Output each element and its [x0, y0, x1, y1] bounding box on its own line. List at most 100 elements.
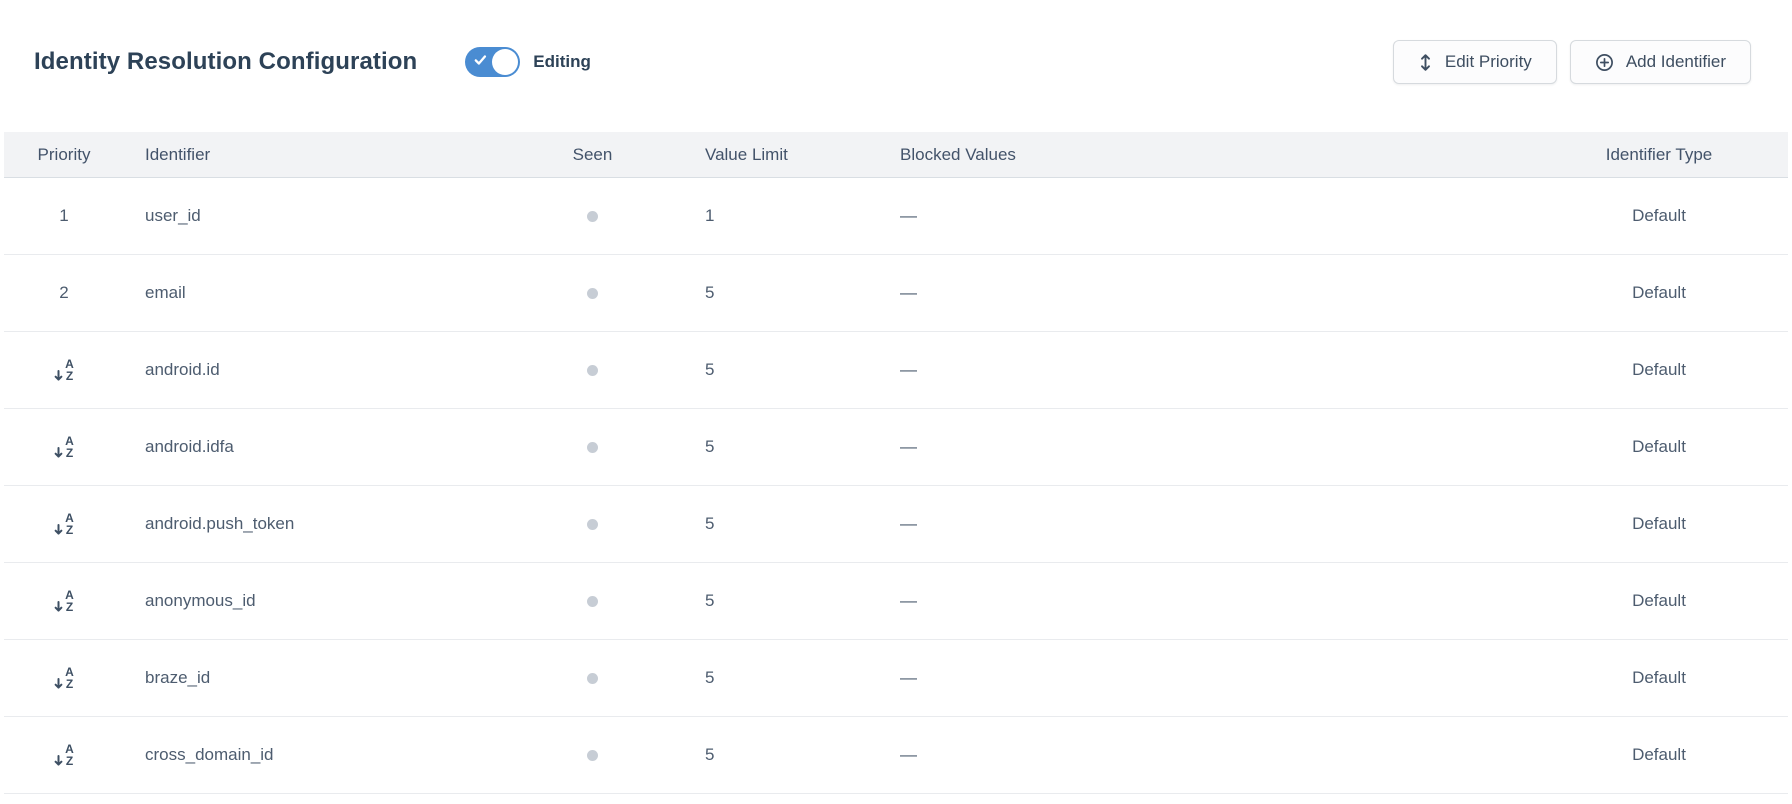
value-limit-cell: 5	[655, 437, 895, 457]
sort-alpha-descending-icon: A Z	[53, 359, 75, 382]
arrow-down-icon	[53, 370, 64, 382]
editing-toggle-group: Editing	[465, 47, 591, 77]
identifier-cell: cross_domain_id	[124, 745, 530, 765]
identifier-type-cell: Default	[1530, 360, 1788, 380]
column-header-blocked-values: Blocked Values	[895, 145, 1530, 165]
seen-dot-icon	[587, 211, 598, 222]
up-down-arrow-icon	[1418, 53, 1433, 72]
identifier-type-cell: Default	[1530, 591, 1788, 611]
plus-circle-icon	[1595, 53, 1614, 72]
identifier-cell: user_id	[124, 206, 530, 226]
table-row[interactable]: A Z android.id 5 — Default	[4, 332, 1788, 409]
seen-cell	[530, 519, 655, 530]
table-row[interactable]: A Z android.push_token 5 — Default	[4, 486, 1788, 563]
identifier-cell: android.id	[124, 360, 530, 380]
arrow-down-icon	[53, 678, 64, 690]
column-header-seen: Seen	[530, 145, 655, 165]
seen-cell	[530, 211, 655, 222]
seen-dot-icon	[587, 750, 598, 761]
value-limit-cell: 5	[655, 668, 895, 688]
blocked-values-cell: —	[895, 514, 1530, 534]
toggle-knob	[492, 49, 518, 75]
column-header-identifier: Identifier	[124, 145, 530, 165]
identifier-cell: anonymous_id	[124, 591, 530, 611]
table-row[interactable]: A Z anonymous_id 5 — Default	[4, 563, 1788, 640]
table-row[interactable]: 1 A Z user_id 1 — Default	[4, 178, 1788, 255]
identifier-type-cell: Default	[1530, 206, 1788, 226]
column-header-priority: Priority	[4, 145, 124, 165]
arrow-down-icon	[53, 447, 64, 459]
blocked-values-cell: —	[895, 437, 1530, 457]
table-row[interactable]: 2 A Z email 5 — Default	[4, 255, 1788, 332]
seen-cell	[530, 750, 655, 761]
seen-dot-icon	[587, 442, 598, 453]
identifier-type-cell: Default	[1530, 514, 1788, 534]
value-limit-cell: 5	[655, 745, 895, 765]
column-header-value-limit: Value Limit	[655, 145, 895, 165]
table-header-row: Priority Identifier Seen Value Limit Blo…	[4, 132, 1788, 178]
seen-dot-icon	[587, 288, 598, 299]
edit-priority-button[interactable]: Edit Priority	[1393, 40, 1557, 84]
sort-alpha-descending-icon: A Z	[53, 744, 75, 767]
identifier-cell: email	[124, 283, 530, 303]
identifier-type-cell: Default	[1530, 745, 1788, 765]
check-icon	[474, 53, 487, 71]
blocked-values-cell: —	[895, 668, 1530, 688]
add-identifier-button[interactable]: Add Identifier	[1570, 40, 1751, 84]
header-actions: Edit Priority Add Identifier	[1393, 40, 1751, 84]
identifier-type-cell: Default	[1530, 668, 1788, 688]
blocked-values-cell: —	[895, 745, 1530, 765]
value-limit-cell: 5	[655, 283, 895, 303]
priority-cell: A Z	[4, 436, 124, 459]
blocked-values-cell: —	[895, 591, 1530, 611]
priority-number: 2	[59, 283, 68, 303]
seen-dot-icon	[587, 673, 598, 684]
blocked-values-cell: —	[895, 206, 1530, 226]
arrow-down-icon	[53, 755, 64, 767]
value-limit-cell: 5	[655, 591, 895, 611]
table-row[interactable]: A Z android.idfa 5 — Default	[4, 409, 1788, 486]
priority-cell: A Z	[4, 359, 124, 382]
priority-cell: A Z	[4, 513, 124, 536]
sort-alpha-descending-icon: A Z	[53, 436, 75, 459]
page-title: Identity Resolution Configuration	[34, 48, 417, 76]
identifier-cell: braze_id	[124, 668, 530, 688]
editing-toggle-label: Editing	[533, 52, 591, 72]
seen-dot-icon	[587, 365, 598, 376]
seen-cell	[530, 365, 655, 376]
column-header-identifier-type: Identifier Type	[1530, 145, 1788, 165]
add-identifier-button-label: Add Identifier	[1626, 52, 1726, 72]
value-limit-cell: 5	[655, 514, 895, 534]
sort-alpha-descending-icon: A Z	[53, 590, 75, 613]
priority-number: 1	[59, 206, 68, 226]
blocked-values-cell: —	[895, 360, 1530, 380]
seen-dot-icon	[587, 596, 598, 607]
seen-cell	[530, 442, 655, 453]
priority-cell: A Z	[4, 744, 124, 767]
seen-cell	[530, 596, 655, 607]
identifier-cell: android.push_token	[124, 514, 530, 534]
identifier-type-cell: Default	[1530, 283, 1788, 303]
edit-priority-button-label: Edit Priority	[1445, 52, 1532, 72]
priority-cell: A Z	[4, 590, 124, 613]
seen-dot-icon	[587, 519, 598, 530]
arrow-down-icon	[53, 524, 64, 536]
priority-cell: 2 A Z	[4, 283, 124, 303]
identifier-cell: android.idfa	[124, 437, 530, 457]
priority-cell: 1 A Z	[4, 206, 124, 226]
sort-alpha-descending-icon: A Z	[53, 667, 75, 690]
priority-cell: A Z	[4, 667, 124, 690]
seen-cell	[530, 673, 655, 684]
table-body: 1 A Z user_id 1 — Default 2 A Z	[4, 178, 1788, 794]
table-row[interactable]: A Z braze_id 5 — Default	[4, 640, 1788, 717]
table-row[interactable]: A Z cross_domain_id 5 — Default	[4, 717, 1788, 794]
seen-cell	[530, 288, 655, 299]
arrow-down-icon	[53, 601, 64, 613]
value-limit-cell: 5	[655, 360, 895, 380]
value-limit-cell: 1	[655, 206, 895, 226]
editing-toggle[interactable]	[465, 47, 520, 77]
blocked-values-cell: —	[895, 283, 1530, 303]
identity-resolution-table: Priority Identifier Seen Value Limit Blo…	[4, 132, 1788, 794]
sort-alpha-descending-icon: A Z	[53, 513, 75, 536]
identifier-type-cell: Default	[1530, 437, 1788, 457]
